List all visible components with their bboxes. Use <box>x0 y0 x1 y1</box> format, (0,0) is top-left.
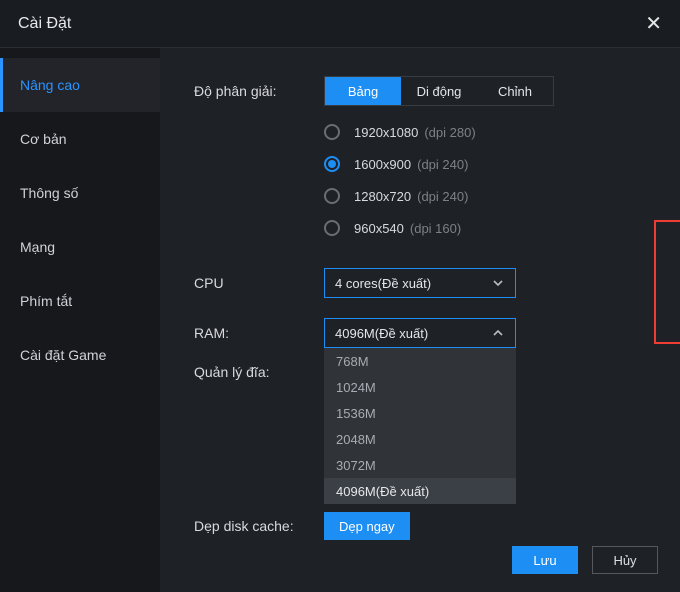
resolution-tab[interactable]: Bảng <box>325 77 401 105</box>
settings-window: Cài Đặt ✕ Nâng caoCơ bảnThông sốMạngPhím… <box>0 0 680 592</box>
ram-option[interactable]: 1536M <box>324 400 516 426</box>
sidebar-item[interactable]: Cơ bản <box>0 112 160 166</box>
footer: Lưu Hủy <box>512 546 658 574</box>
sidebar-item[interactable]: Phím tắt <box>0 274 160 328</box>
disk-mgmt-label: Quản lý đĩa: <box>194 364 324 380</box>
clear-cache-button[interactable]: Dẹp ngay <box>324 512 410 540</box>
sidebar-item[interactable]: Nâng cao <box>0 58 160 112</box>
ram-select-wrapper: 4096M(Đề xuất) 768M1024M1536M2048M3072M4… <box>324 318 516 348</box>
ram-option[interactable]: 3072M <box>324 452 516 478</box>
radio-icon <box>324 220 340 236</box>
save-button[interactable]: Lưu <box>512 546 578 574</box>
resolution-tab[interactable]: Di động <box>401 77 477 105</box>
resolution-dpi: (dpi 240) <box>417 189 468 204</box>
resolution-label: Độ phân giải: <box>194 83 324 99</box>
cpu-label: CPU <box>194 275 324 291</box>
close-icon[interactable]: ✕ <box>645 11 662 36</box>
ram-row: RAM: 4096M(Đề xuất) 768M1024M1536M2048M3… <box>194 318 660 348</box>
resolution-options: 1920x1080(dpi 280)1600x900(dpi 240)1280x… <box>324 116 660 244</box>
resolution-dpi: (dpi 240) <box>417 157 468 172</box>
ram-option[interactable]: 1024M <box>324 374 516 400</box>
ram-select-value: 4096M(Đề xuất) <box>335 326 428 341</box>
resolution-option[interactable]: 1280x720 (dpi 240) <box>324 180 660 212</box>
body: Nâng caoCơ bảnThông sốMạngPhím tắtCài đặ… <box>0 48 680 592</box>
resolution-option[interactable]: 960x540 (dpi 160) <box>324 212 660 244</box>
cpu-select-value: 4 cores(Đề xuất) <box>335 276 431 291</box>
resolution-value: 960x540 <box>354 221 404 236</box>
resolution-tab[interactable]: Chỉnh <box>477 77 553 105</box>
sidebar-item[interactable]: Mạng <box>0 220 160 274</box>
chevron-up-icon <box>491 326 505 340</box>
radio-icon <box>324 188 340 204</box>
titlebar: Cài Đặt ✕ <box>0 0 680 48</box>
ram-option[interactable]: 2048M <box>324 426 516 452</box>
content-pane: Độ phân giải: BảngDi độngChỉnh 1920x1080… <box>160 48 680 592</box>
sidebar-item[interactable]: Thông số <box>0 166 160 220</box>
cache-label: Dẹp disk cache: <box>194 518 324 534</box>
ram-select[interactable]: 4096M(Đề xuất) <box>324 318 516 348</box>
ram-option[interactable]: 768M <box>324 348 516 374</box>
ram-dropdown: 768M1024M1536M2048M3072M4096M(Đề xuất) <box>324 348 516 504</box>
chevron-down-icon <box>491 276 505 290</box>
radio-icon <box>324 156 340 172</box>
cpu-select[interactable]: 4 cores(Đề xuất) <box>324 268 516 298</box>
resolution-option[interactable]: 1920x1080 (dpi 280) <box>324 116 660 148</box>
resolution-value: 1600x900 <box>354 157 411 172</box>
resolution-option[interactable]: 1600x900 (dpi 240) <box>324 148 660 180</box>
resolution-value: 1920x1080 <box>354 125 418 140</box>
radio-icon <box>324 124 340 140</box>
ram-option[interactable]: 4096M(Đề xuất) <box>324 478 516 504</box>
resolution-dpi: (dpi 280) <box>424 125 475 140</box>
resolution-value: 1280x720 <box>354 189 411 204</box>
resolution-dpi: (dpi 160) <box>410 221 461 236</box>
cancel-button[interactable]: Hủy <box>592 546 658 574</box>
window-title: Cài Đặt <box>18 15 71 33</box>
cache-row: Dẹp disk cache: Dẹp ngay <box>194 512 660 540</box>
sidebar-item[interactable]: Cài đặt Game <box>0 328 160 382</box>
cpu-row: CPU 4 cores(Đề xuất) <box>194 268 660 298</box>
sidebar: Nâng caoCơ bảnThông sốMạngPhím tắtCài đặ… <box>0 48 160 592</box>
ram-label: RAM: <box>194 325 324 341</box>
resolution-row: Độ phân giải: BảngDi độngChỉnh <box>194 76 660 106</box>
resolution-tabs: BảngDi độngChỉnh <box>324 76 554 106</box>
